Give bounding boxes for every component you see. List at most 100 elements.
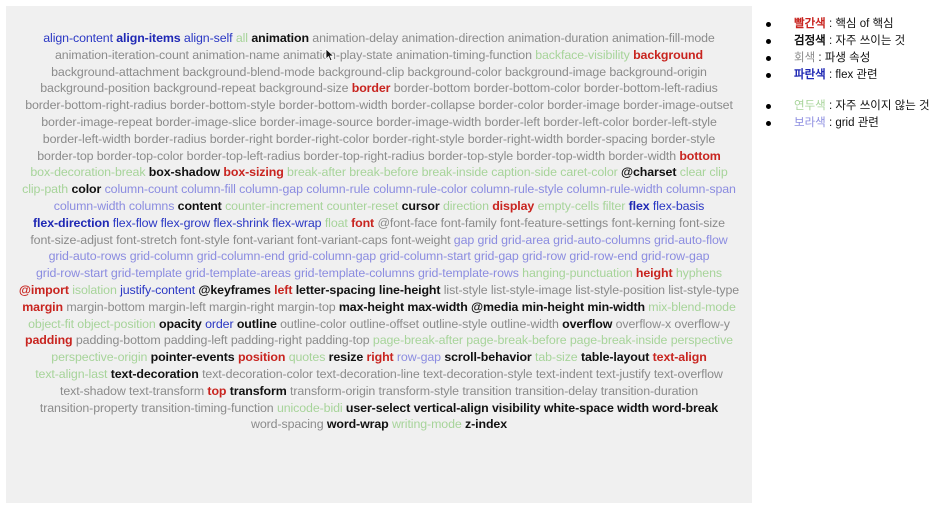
legend-color-word: 연두색	[794, 100, 826, 112]
css-property-term: grid-auto-columns	[553, 232, 651, 247]
css-property-term: box-decoration-break	[30, 165, 146, 180]
css-property-term: all	[235, 31, 248, 45]
css-property-term: unicode-bidi	[276, 400, 343, 415]
css-property-term: width	[617, 400, 649, 415]
css-property-term: display	[492, 198, 535, 213]
legend-item: 파란색 : flex 관련	[762, 67, 942, 84]
css-property-term: flex-wrap	[272, 215, 322, 230]
legend-description: : 핵심 of 핵심	[825, 18, 894, 30]
css-property-term: margin-bottom	[66, 299, 145, 314]
css-property-term: border-color	[478, 98, 544, 113]
css-property-term: grid-column-end	[196, 249, 285, 264]
css-property-term: border-bottom	[393, 81, 471, 96]
css-property-term: animation-direction	[401, 31, 505, 45]
css-property-term: border-top-style	[427, 148, 514, 163]
css-property-term: border	[351, 81, 391, 96]
css-property-term: grid-column-gap	[288, 249, 377, 264]
css-property-term: gap	[453, 232, 475, 247]
css-property-term: justify-content	[120, 282, 196, 297]
css-property-term: background-blend-mode	[182, 64, 315, 79]
css-property-term: position	[237, 350, 286, 365]
legend-description: : grid 관련	[825, 117, 879, 129]
css-property-term: padding-top	[305, 333, 370, 348]
css-property-term: table-layout	[580, 350, 650, 365]
css-property-term: min-height	[521, 299, 584, 314]
css-property-term: user-select	[345, 400, 411, 415]
css-property-term: border-radius	[133, 131, 207, 146]
css-property-term: columns	[128, 198, 175, 213]
css-property-term: animation-duration	[507, 31, 609, 45]
css-property-term: list-style-type	[668, 282, 740, 297]
css-property-term: resize	[328, 350, 364, 365]
css-property-term: align-self	[183, 31, 233, 45]
css-property-term: column-rule-width	[566, 182, 663, 197]
css-property-term: background-clip	[318, 64, 405, 79]
css-property-term: hyphens	[675, 266, 722, 281]
css-property-term: border-left-style	[632, 114, 717, 129]
css-property-term: border-image-outset	[623, 98, 733, 113]
css-property-term: text-decoration	[110, 366, 199, 381]
legend-description: : 파생 속성	[815, 52, 871, 64]
css-property-term: transform	[229, 383, 287, 398]
css-property-term: right	[366, 350, 394, 365]
css-property-term: grid-template-rows	[418, 266, 519, 281]
bullet-icon	[766, 39, 771, 44]
css-property-term: animation-play-state	[283, 47, 393, 62]
css-property-term: border-style	[650, 131, 716, 146]
css-property-term: font-variant-caps	[297, 232, 388, 247]
css-property-term: clear	[679, 165, 707, 180]
css-property-term: max-width	[407, 299, 468, 314]
css-property-term: animation-fill-mode	[611, 31, 715, 45]
css-property-term: vertical-align	[413, 400, 489, 415]
css-property-term: z-index	[465, 417, 507, 432]
bullet-icon	[766, 56, 771, 61]
css-property-term: background-image	[504, 64, 606, 79]
css-property-term: counter-increment	[225, 198, 324, 213]
css-property-term: list-style-position	[575, 282, 665, 297]
css-property-term: border-bottom-color	[473, 81, 581, 96]
css-property-term: font-feature-settings	[499, 215, 609, 230]
css-property-term: animation-delay	[312, 31, 399, 45]
css-property-term: outline-offset	[349, 316, 419, 331]
css-property-term: grid-column	[129, 249, 194, 264]
css-property-term: tab-size	[535, 350, 578, 365]
css-property-term: visibility	[491, 400, 541, 415]
css-property-term: text-transform	[129, 383, 205, 398]
css-property-term: border-image-slice	[155, 114, 257, 129]
bullet-icon	[766, 104, 771, 109]
css-property-term: flex-flow	[112, 215, 158, 230]
css-property-term: writing-mode	[391, 417, 462, 432]
css-property-term: hanging-punctuation	[522, 266, 633, 281]
css-property-term: column-rule-style	[470, 182, 564, 197]
css-property-term: text-align-last	[35, 366, 108, 381]
css-property-term: @import	[18, 282, 69, 297]
css-property-term: page-break-after	[372, 333, 463, 348]
legend-item: 빨간색 : 핵심 of 핵심	[762, 16, 942, 33]
css-property-term: flex-grow	[160, 215, 211, 230]
css-property-cloud-panel: align-content align-items align-self all…	[6, 6, 752, 503]
css-property-term: border-width	[608, 148, 676, 163]
css-property-term: text-decoration-color	[202, 366, 313, 381]
css-property-term: column-width	[53, 198, 126, 213]
legend-description: : 자주 쓰이는 것	[825, 35, 906, 47]
css-property-term: border-right-color	[275, 131, 370, 146]
css-property-term: transform-style	[378, 383, 460, 398]
css-property-term: border-spacing	[566, 131, 648, 146]
css-property-term: border-right-style	[372, 131, 465, 146]
css-property-term: transition	[462, 383, 512, 398]
css-property-term: border-right	[209, 131, 273, 146]
color-legend: 빨간색 : 핵심 of 핵심 검정색 : 자주 쓰이는 것 회색 : 파생 속성 파란…	[762, 16, 942, 132]
css-property-term: border-bottom-width	[278, 98, 388, 113]
css-property-term: border-left-color	[543, 114, 630, 129]
css-property-term: list-style-image	[490, 282, 572, 297]
css-property-term: border-image-width	[376, 114, 482, 129]
css-property-term: word-spacing	[251, 417, 324, 432]
css-property-term: grid-gap	[474, 249, 519, 264]
css-property-term: direction	[442, 198, 489, 213]
css-property-term: flex-direction	[33, 215, 110, 230]
css-property-term: @font-face	[377, 215, 438, 230]
css-property-term: scroll-behavior	[444, 350, 532, 365]
css-property-term: grid-row-gap	[641, 249, 710, 264]
css-property-term: outline	[236, 316, 277, 331]
css-property-term: grid-column-start	[379, 249, 471, 264]
